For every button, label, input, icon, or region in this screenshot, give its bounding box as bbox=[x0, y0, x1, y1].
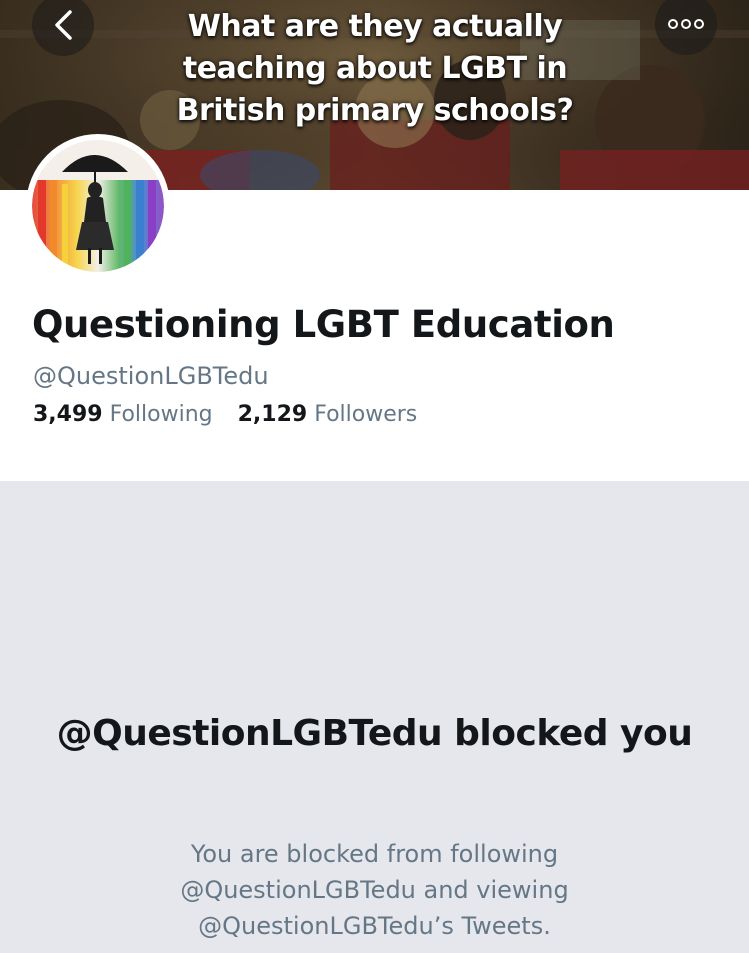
banner-headline-line: teaching about LGBT in bbox=[182, 51, 568, 86]
follow-stats: 3,499 Following 2,129 Followers bbox=[33, 402, 435, 427]
blocked-title: @QuestionLGBTedu blocked you bbox=[56, 713, 693, 754]
followers-label: Followers bbox=[314, 402, 418, 427]
following-count: 3,499 bbox=[33, 402, 103, 427]
chevron-left-icon bbox=[55, 10, 72, 40]
banner-headline-line: British primary schools? bbox=[176, 93, 574, 128]
following-label: Following bbox=[109, 402, 213, 427]
more-options-icon bbox=[668, 19, 704, 29]
rainbow-umbrella-avatar-image bbox=[32, 140, 164, 272]
blocked-description: You are blocked from following @Question… bbox=[180, 840, 569, 940]
avatar[interactable] bbox=[26, 134, 170, 278]
following-stat[interactable]: 3,499 Following bbox=[33, 402, 213, 427]
display-name: Questioning LGBT Education bbox=[32, 303, 615, 346]
profile-handle: @QuestionLGBTedu bbox=[33, 362, 269, 390]
banner-headline: What are they actually teaching about LG… bbox=[150, 6, 600, 132]
followers-stat[interactable]: 2,129 Followers bbox=[238, 402, 418, 427]
followers-count: 2,129 bbox=[237, 402, 308, 427]
banner-headline-line: What are they actually bbox=[187, 9, 563, 44]
